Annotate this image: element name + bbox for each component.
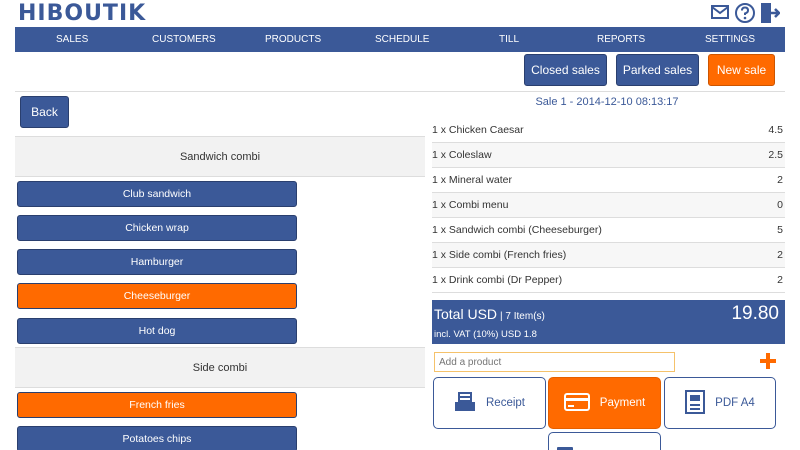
nav-till[interactable]: TILL	[499, 34, 519, 45]
new-sale-button[interactable]: New sale	[708, 54, 775, 86]
nav-sales[interactable]: SALES	[56, 34, 88, 45]
nav-schedule[interactable]: SCHEDULE	[375, 34, 429, 45]
product-hamburger[interactable]: Hamburger	[17, 249, 297, 275]
payment-label: Payment	[599, 397, 646, 409]
items-count: | 7 Item(s)	[500, 311, 545, 322]
document-icon	[685, 389, 706, 417]
credit-card-icon	[563, 392, 590, 415]
product-club-sandwich[interactable]: Club sandwich	[17, 181, 297, 207]
pdf-label: PDF A4	[715, 397, 755, 409]
sale-title: Sale 1 - 2014-12-10 08:13:17	[535, 96, 679, 108]
total-bar: Total USD | 7 Item(s) incl. VAT (10%) USD…	[432, 300, 785, 344]
sale-line[interactable]: 1 x Drink combi (Dr Pepper) 2	[432, 268, 785, 293]
total-amount: 19.80	[731, 303, 779, 324]
mail-icon[interactable]	[710, 2, 730, 24]
sale-line[interactable]: 1 x Mineral water 2	[432, 168, 785, 193]
line-price: 4.5	[768, 124, 783, 136]
sale-line[interactable]: 1 x Side combi (French fries) 2	[432, 243, 785, 268]
line-description: 1 x Combi menu	[432, 199, 509, 211]
logout-icon[interactable]	[760, 2, 780, 24]
sale-line[interactable]: 1 x Sandwich combi (Cheeseburger) 5	[432, 218, 785, 243]
vat-text: incl. VAT (10%) USD 1.8	[434, 329, 537, 340]
receipt-button[interactable]: Receipt	[433, 377, 546, 429]
product-hot-dog[interactable]: Hot dog	[17, 318, 297, 344]
add-product-input[interactable]	[434, 352, 675, 372]
product-chicken-wrap[interactable]: Chicken wrap	[17, 215, 297, 241]
parked-sales-button[interactable]: Parked sales	[616, 54, 699, 86]
nav-customers[interactable]: CUSTOMERS	[152, 34, 216, 45]
back-button[interactable]: Back	[20, 96, 69, 128]
line-price: 2	[777, 249, 783, 261]
receipt-label: Receipt	[486, 397, 525, 409]
sale-line[interactable]: 1 x Coleslaw 2.5	[432, 143, 785, 168]
main-nav: SALES CUSTOMERS PRODUCTS SCHEDULE TILL R…	[15, 27, 785, 52]
line-description: 1 x Sandwich combi (Cheeseburger)	[432, 224, 602, 236]
line-description: 1 x Chicken Caesar	[432, 124, 524, 136]
help-icon[interactable]	[734, 2, 756, 24]
nav-settings[interactable]: SETTINGS	[705, 34, 755, 45]
closed-sales-button[interactable]: Closed sales	[524, 54, 607, 86]
printer-icon	[454, 391, 476, 416]
line-price: 2	[777, 274, 783, 286]
line-description: 1 x Mineral water	[432, 174, 512, 186]
sale-line[interactable]: 1 x Combi menu 0	[432, 193, 785, 218]
line-description: 1 x Coleslaw	[432, 149, 492, 161]
partial-action-button[interactable]	[548, 432, 661, 450]
line-price: 0	[777, 199, 783, 211]
sale-line[interactable]: 1 x Chicken Caesar 4.5	[432, 118, 785, 143]
line-price: 5	[777, 224, 783, 236]
section-header-side: Side combi	[15, 347, 425, 388]
pdf-a4-button[interactable]: PDF A4	[664, 377, 776, 429]
top-divider	[15, 91, 785, 92]
product-french-fries[interactable]: French fries	[17, 392, 297, 418]
section-header-sandwich: Sandwich combi	[15, 136, 425, 177]
add-product-plus-icon[interactable]	[758, 351, 778, 376]
app-logo: HIBOUTIK	[18, 1, 147, 26]
total-label: Total USD	[434, 306, 498, 322]
header-icons	[710, 2, 780, 24]
line-price: 2	[777, 174, 783, 186]
product-cheeseburger[interactable]: Cheeseburger	[17, 283, 297, 309]
nav-reports[interactable]: REPORTS	[597, 34, 645, 45]
product-potatoes-chips[interactable]: Potatoes chips	[17, 426, 297, 450]
line-description: 1 x Drink combi (Dr Pepper)	[432, 274, 563, 286]
nav-products[interactable]: PRODUCTS	[265, 34, 321, 45]
line-price: 2.5	[768, 149, 783, 161]
app-header: HIBOUTIK	[0, 0, 800, 26]
line-description: 1 x Side combi (French fries)	[432, 249, 567, 261]
payment-button[interactable]: Payment	[548, 377, 661, 429]
